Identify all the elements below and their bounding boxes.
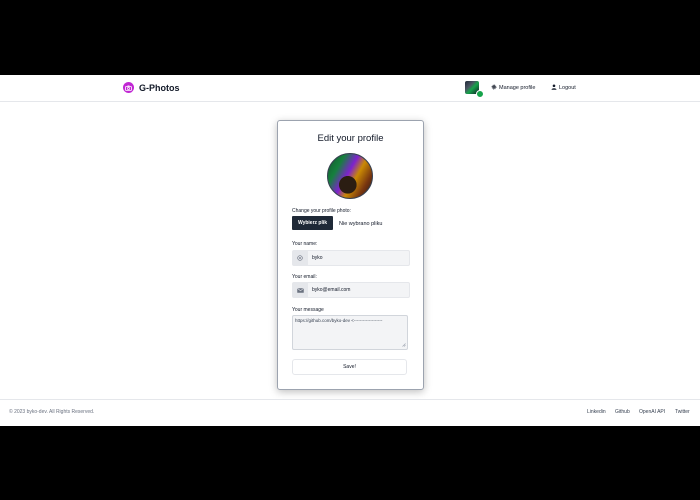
logout-link[interactable]: Logout: [551, 84, 576, 92]
page-title: Edit your profile: [317, 133, 384, 144]
page: G-Photos Manage profile Logout Edit your…: [0, 75, 700, 426]
logout-label: Logout: [559, 85, 576, 91]
message-textarea[interactable]: https://github.com/byko-dev <-----------…: [292, 315, 408, 350]
copyright-text: © 2023 byko-dev. All Rights Reserved.: [9, 409, 95, 415]
email-label: Your email:: [292, 274, 317, 280]
footer-link-linkedin[interactable]: Linkedin: [587, 409, 606, 415]
message-label: Your message: [292, 307, 324, 313]
email-field[interactable]: byko@email.com: [292, 282, 410, 298]
photo-label: Change your profile photo:: [292, 208, 351, 214]
profile-photo: [327, 153, 373, 199]
file-status: Nie wybrano pliku: [339, 221, 383, 227]
at-sign-icon: [293, 251, 308, 265]
name-field[interactable]: byko: [292, 250, 410, 266]
name-value: byko: [312, 255, 323, 261]
gear-icon: [491, 84, 499, 92]
footer-link-github[interactable]: Github: [615, 409, 630, 415]
footer-link-twitter[interactable]: Twitter: [675, 409, 690, 415]
camera-icon: [123, 82, 134, 93]
resize-handle-icon[interactable]: [401, 342, 406, 348]
edit-profile-card: Edit your profile Change your profile ph…: [277, 120, 424, 390]
choose-file-button[interactable]: Wybierz plik: [292, 216, 333, 230]
brand[interactable]: G-Photos: [123, 82, 180, 93]
message-value: https://github.com/byko-dev <-----------…: [295, 318, 383, 323]
brand-name: G-Photos: [139, 82, 180, 93]
save-button[interactable]: Save!: [292, 359, 407, 375]
email-value: byko@email.com: [312, 287, 351, 293]
user-icon: [551, 84, 559, 92]
manage-profile-label: Manage profile: [499, 85, 536, 91]
footer: © 2023 byko-dev. All Rights Reserved. Li…: [0, 399, 700, 426]
manage-profile-link[interactable]: Manage profile: [491, 84, 535, 92]
envelope-icon: [293, 283, 308, 297]
status-badge: [476, 90, 484, 98]
footer-link-openai-api[interactable]: OpenAI API: [639, 409, 665, 415]
name-label: Your name:: [292, 241, 318, 247]
navbar: G-Photos Manage profile Logout: [0, 75, 700, 102]
